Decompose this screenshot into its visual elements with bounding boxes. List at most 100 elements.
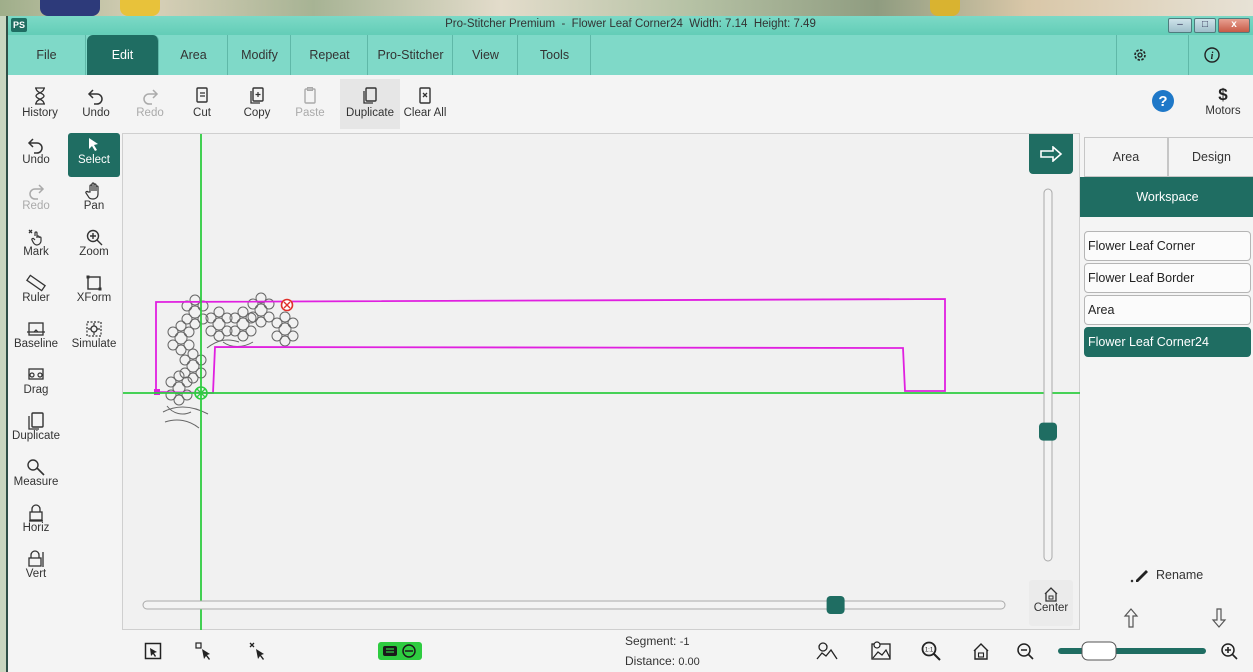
close-button[interactable]: x: [1218, 18, 1250, 33]
horiz-lock-button[interactable]: Horiz: [10, 501, 62, 545]
desktop-decoration: [930, 0, 960, 16]
end-point-marker: [280, 298, 294, 312]
zoom-tool-button[interactable]: Zoom: [68, 225, 120, 269]
select-tool-label: Select: [78, 154, 110, 166]
select-box-button[interactable]: [142, 640, 164, 662]
layer-item[interactable]: Area: [1084, 295, 1251, 325]
ruler-tool-label: Ruler: [22, 292, 50, 304]
left-redo-button[interactable]: Redo: [10, 179, 62, 223]
window-title: Pro-Stitcher Premium - Flower Leaf Corne…: [445, 18, 816, 30]
horiz-tool-label: Horiz: [22, 522, 50, 534]
mark-pointer-button[interactable]: [248, 640, 270, 662]
settings-button[interactable]: [1116, 35, 1162, 75]
workspace-button[interactable]: Workspace: [1080, 177, 1253, 217]
select-pointer-button[interactable]: [194, 640, 216, 662]
info-button[interactable]: i: [1188, 35, 1234, 75]
arrow-up-icon: [1123, 608, 1139, 628]
hand-icon: [85, 182, 99, 200]
select-tool-button[interactable]: Select: [68, 133, 120, 177]
tab-file[interactable]: File: [8, 35, 86, 75]
layer-item[interactable]: Flower Leaf Corner: [1084, 231, 1251, 261]
tab-modify[interactable]: Modify: [229, 35, 291, 75]
tab-repeat[interactable]: Repeat: [292, 35, 368, 75]
mark-tool-button[interactable]: Mark: [10, 225, 62, 269]
stitch-mode-icon: [378, 642, 422, 660]
zoom-slider[interactable]: [1056, 640, 1208, 662]
cut-button[interactable]: Cut: [180, 79, 224, 129]
left-duplicate-button[interactable]: Duplicate: [10, 409, 62, 453]
view-fit-button[interactable]: [814, 640, 840, 662]
left-undo-button[interactable]: Undo: [10, 133, 62, 177]
desktop-decoration: [120, 0, 160, 16]
vert-lock-button[interactable]: Vert: [10, 547, 62, 591]
move-layer-down-button[interactable]: [1204, 603, 1234, 633]
measure-tool-button[interactable]: Measure: [10, 455, 62, 499]
right-panel: Area Design Workspace Flower Leaf Corner…: [1080, 133, 1253, 628]
tab-area-panel[interactable]: Area: [1084, 137, 1168, 177]
home-icon: [973, 643, 989, 660]
toolbar-redo-button[interactable]: Redo: [128, 79, 172, 129]
baseline-tool-button[interactable]: Baseline: [10, 317, 62, 361]
svg-text:1:1: 1:1: [925, 648, 934, 654]
tab-area[interactable]: Area: [160, 35, 228, 75]
paste-button[interactable]: Paste: [288, 79, 332, 129]
paste-label: Paste: [295, 107, 325, 119]
next-arrow-button[interactable]: [1029, 134, 1073, 174]
history-button[interactable]: History: [18, 79, 62, 129]
zoom-in-button[interactable]: [1218, 640, 1240, 662]
app-window: PS Pro-Stitcher Premium - Flower Leaf Co…: [6, 16, 1253, 672]
zoom-actual-size-button[interactable]: 1:1: [920, 640, 942, 662]
xform-tool-button[interactable]: XForm: [68, 271, 120, 315]
pencil-icon: [1130, 570, 1148, 583]
simulate-tool-button[interactable]: Simulate: [68, 317, 120, 361]
ruler-icon: [26, 274, 46, 292]
pan-tool-button[interactable]: Pan: [68, 179, 120, 223]
redo-tool-label: Redo: [22, 200, 50, 212]
vertical-slider-thumb: [1039, 422, 1057, 441]
view-image-button[interactable]: [868, 640, 894, 662]
home-icon: [1044, 587, 1058, 602]
zoom-out-button[interactable]: [1014, 640, 1036, 662]
arrow-down-icon: [1211, 608, 1227, 628]
center-button[interactable]: Center: [1029, 580, 1073, 626]
simulate-icon: [86, 321, 102, 337]
layer-item[interactable]: Flower Leaf Border: [1084, 263, 1251, 293]
undo-icon: [87, 89, 103, 105]
undo-tool-label: Undo: [22, 154, 50, 166]
lock-vertical-icon: [28, 550, 44, 567]
tab-design-panel[interactable]: Design: [1168, 137, 1253, 177]
copy-button[interactable]: Copy: [235, 79, 279, 129]
distance-label: Distance:: [625, 654, 676, 668]
drag-tool-button[interactable]: Drag: [10, 363, 62, 407]
desktop-background-strip: [0, 0, 1253, 16]
tab-tools[interactable]: Tools: [519, 35, 591, 75]
minimize-button[interactable]: ‒: [1168, 18, 1192, 33]
maximize-button[interactable]: □: [1194, 18, 1216, 33]
center-label: Center: [1033, 602, 1069, 614]
motors-button[interactable]: $ Motors: [1200, 79, 1246, 129]
toolbar-undo-button[interactable]: Undo: [74, 79, 118, 129]
redo-icon: [143, 89, 159, 105]
vertical-slider-track: [1043, 188, 1053, 562]
duplicate-button[interactable]: Duplicate: [340, 79, 400, 129]
move-layer-up-button[interactable]: [1116, 603, 1146, 633]
stitch-mode-toggle[interactable]: [378, 640, 422, 662]
help-button[interactable]: ?: [1148, 79, 1178, 129]
tab-view[interactable]: View: [454, 35, 518, 75]
zoom-home-button[interactable]: [970, 640, 992, 662]
bottom-status-bar: Segment: -1 Distance: 0.00 1:1: [8, 630, 1253, 672]
zoom-out-icon: [1017, 643, 1034, 660]
layer-item-selected[interactable]: Flower Leaf Corner24: [1084, 327, 1251, 357]
svg-text:?: ?: [1158, 93, 1167, 110]
tab-edit[interactable]: Edit: [87, 35, 159, 75]
ruler-tool-button[interactable]: Ruler: [10, 271, 62, 315]
simulate-tool-label: Simulate: [71, 338, 117, 350]
info-icon: i: [1203, 47, 1220, 63]
tab-pro-stitcher[interactable]: Pro-Stitcher: [369, 35, 453, 75]
select-box-icon: [144, 642, 162, 660]
rename-button[interactable]: Rename: [1130, 567, 1203, 583]
clear-all-button[interactable]: Clear All: [400, 79, 450, 129]
flower-motif: [247, 292, 275, 328]
drag-tool-label: Drag: [23, 384, 49, 396]
design-canvas[interactable]: Center: [122, 133, 1081, 631]
